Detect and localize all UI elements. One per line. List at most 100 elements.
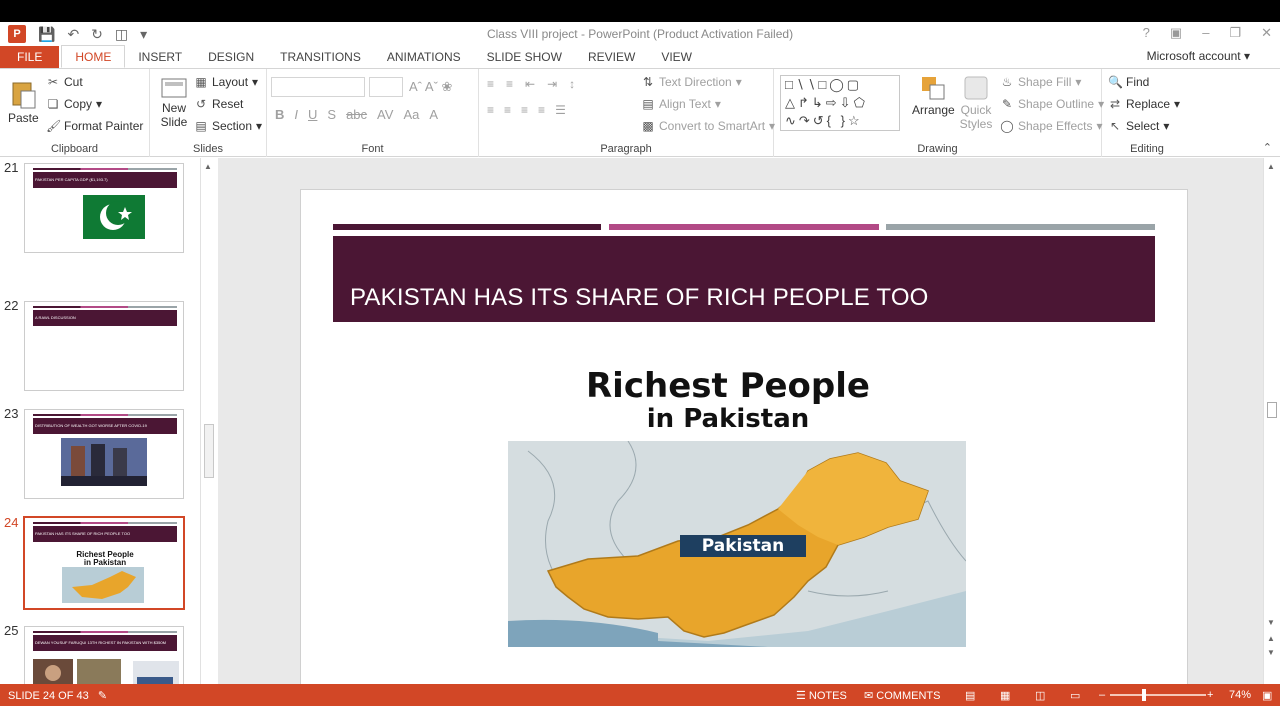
arrange-icon [922,77,945,100]
scroll-up-icon[interactable]: ▲ [204,162,212,171]
tab-insert[interactable]: INSERT [125,46,195,68]
editing-group-label: Editing [1130,143,1164,155]
section-label: Section [212,119,253,133]
account-label: Microsoft account [1146,49,1241,63]
ribbon: Paste ✂ Cut ❏ Copy ▾ 🖌 Format Painter Clipb… [0,69,1280,157]
slide-scrollbar[interactable]: ▲ ▼ ▲ ▼ [1263,158,1280,684]
notes-button[interactable]: ☰ NOTES [796,689,847,702]
slide-thumbnail-21[interactable]: PAKISTAN PER CAPITA GDP ($1,193.7) [24,163,184,253]
tab-view[interactable]: VIEW [648,46,705,68]
tab-design[interactable]: DESIGN [195,46,267,68]
fit-slide-icon[interactable]: ▣ [1262,689,1272,702]
spelling-icon[interactable]: ✎ [98,690,107,702]
paste-button[interactable]: Paste [8,79,39,125]
find-button[interactable]: 🔍 Find [1108,75,1149,89]
slide-thumbnail-24[interactable]: PAKISTAN HAS ITS SHARE OF RICH PEOPLE TO… [23,516,185,610]
shapes-gallery[interactable]: □∖∖□◯▢ △↱↳⇨⇩⬠ ∿↷↺{ }☆ [780,75,900,131]
scrollbar-thumb[interactable] [204,424,214,478]
font-group-label: Font [361,143,384,155]
slide-number: 21 [4,160,19,175]
reset-button[interactable]: ↺ Reset [194,97,243,111]
arrange-button[interactable]: Arrange [912,75,955,117]
layout-button[interactable]: ▦ Layout ▾ [194,75,258,89]
slide-title-box[interactable]: PAKISTAN HAS ITS SHARE OF RICH PEOPLE TO… [333,236,1155,322]
minimize-icon[interactable]: – [1202,25,1209,41]
slide-sorter-icon[interactable]: ▦ [1000,689,1010,702]
replace-button[interactable]: ⇄ Replace ▾ [1108,97,1180,111]
scissors-icon: ✂ [47,75,59,89]
cut-label: Cut [64,75,83,89]
stripe-1 [333,224,601,230]
align-buttons[interactable]: ≡ ≡ ≡ ≡ ☰ [487,103,566,117]
align-text-button[interactable]: ▤ Align Text ▾ [641,97,721,111]
thumb-title: DISTRIBUTION OF WEALTH GOT WORSE AFTER C… [35,423,147,428]
slide-thumbnail-25[interactable]: DEWAN YOUSUF FARUQUI 13TH RICHEST IN PAK… [24,626,184,684]
comments-button[interactable]: ✉ COMMENTS [864,689,940,702]
font-size-buttons[interactable]: Aˆ Aˇ ❀ [409,79,452,95]
font-style-buttons[interactable]: B I U Sabc AV Aa A [275,107,438,122]
font-size-box[interactable] [369,77,403,97]
copy-button[interactable]: ❏ Copy ▾ [46,97,102,111]
binoculars-icon: 🔍 [1108,75,1123,89]
close-icon[interactable]: ✕ [1261,25,1272,41]
next-slide-icon[interactable]: ▼ [1267,648,1275,657]
scroll-up-icon[interactable]: ▲ [1267,162,1275,171]
help-icon[interactable]: ? [1143,25,1150,41]
powerpoint-window: P 💾 ↶ ↻ ◫ ▾ Class VIII project - PowerPo… [0,22,1280,720]
convert-smartart-button[interactable]: ▩ Convert to SmartArt ▾ [641,119,775,133]
slide-editing-area: PAKISTAN HAS ITS SHARE OF RICH PEOPLE TO… [218,158,1263,689]
thumbnails-scrollbar[interactable]: ▲ ▼ [200,158,217,706]
restore-icon[interactable]: ❐ [1229,25,1241,41]
zoom-slider[interactable] [1110,694,1206,696]
zoom-out-icon[interactable]: – [1099,689,1105,701]
tab-home[interactable]: HOME [61,45,126,68]
tab-file[interactable]: FILE [0,46,60,68]
shape-fill-label: Shape Fill [1018,75,1072,89]
stripe-3 [886,224,1155,230]
slide-show-icon[interactable]: ▭ [1070,689,1080,702]
slide-thumbnail-23[interactable]: DISTRIBUTION OF WEALTH GOT WORSE AFTER C… [24,409,184,499]
tab-slide-show[interactable]: SLIDE SHOW [474,46,575,68]
collapse-ribbon-icon[interactable]: ⌃ [1263,141,1272,154]
zoom-in-icon[interactable]: + [1207,689,1213,701]
previous-slide-icon[interactable]: ▲ [1267,634,1275,643]
thumb-title: A RAWL DISCUSSION [35,315,76,320]
shape-outline-label: Shape Outline [1018,97,1095,111]
paste-icon [12,82,36,109]
paste-label: Paste [8,111,39,125]
section-icon: ▤ [195,119,207,133]
thumb-map-icon [62,567,144,603]
tab-review[interactable]: REVIEW [575,46,648,68]
reading-view-icon[interactable]: ◫ [1035,689,1045,702]
section-button[interactable]: ▤ Section ▾ [194,119,262,133]
reset-label: Reset [212,97,244,111]
normal-view-icon[interactable]: ▤ [965,689,975,702]
shape-outline-button[interactable]: ✎ Shape Outline ▾ [1000,97,1104,111]
ribbon-tabs: FILE HOME INSERT DESIGN TRANSITIONS ANIM… [0,45,1280,69]
slide-number: 25 [4,623,19,638]
zoom-slider-knob[interactable] [1142,689,1146,701]
select-button[interactable]: ↖ Select ▾ [1108,119,1169,133]
zoom-level[interactable]: 74% [1229,689,1251,701]
shape-effects-label: Shape Effects [1018,119,1093,133]
list-buttons[interactable]: ≡ ≡ ⇤ ⇥ ↕ [487,77,575,91]
tab-transitions[interactable]: TRANSITIONS [267,46,374,68]
title-stripes [333,224,1155,230]
account-button[interactable]: Microsoft account ▾ [1147,49,1250,63]
scrollbar-thumb[interactable] [1267,402,1277,418]
shape-fill-button[interactable]: ♨ Shape Fill ▾ [1000,75,1082,89]
ribbon-display-icon[interactable]: ▣ [1170,25,1182,41]
font-name-box[interactable] [271,77,365,97]
scroll-down-icon[interactable]: ▼ [1267,618,1275,627]
new-slide-button[interactable]: New Slide [156,77,192,129]
thumb-header: A RAWL DISCUSSION [33,306,177,326]
tab-animations[interactable]: ANIMATIONS [374,46,474,68]
quick-styles-button[interactable]: Quick Styles [958,75,994,131]
text-direction-button[interactable]: ⇅ Text Direction ▾ [641,75,742,89]
shape-effects-button[interactable]: ◯ Shape Effects ▾ [1000,119,1102,133]
current-slide[interactable]: PAKISTAN HAS ITS SHARE OF RICH PEOPLE TO… [300,189,1188,689]
font-group: Aˆ Aˇ ❀ B I U Sabc AV Aa A Font [267,69,479,157]
cut-button[interactable]: ✂ Cut [46,75,83,89]
format-painter-button[interactable]: 🖌 Format Painter [46,119,143,133]
slide-thumbnail-22[interactable]: A RAWL DISCUSSION [24,301,184,391]
